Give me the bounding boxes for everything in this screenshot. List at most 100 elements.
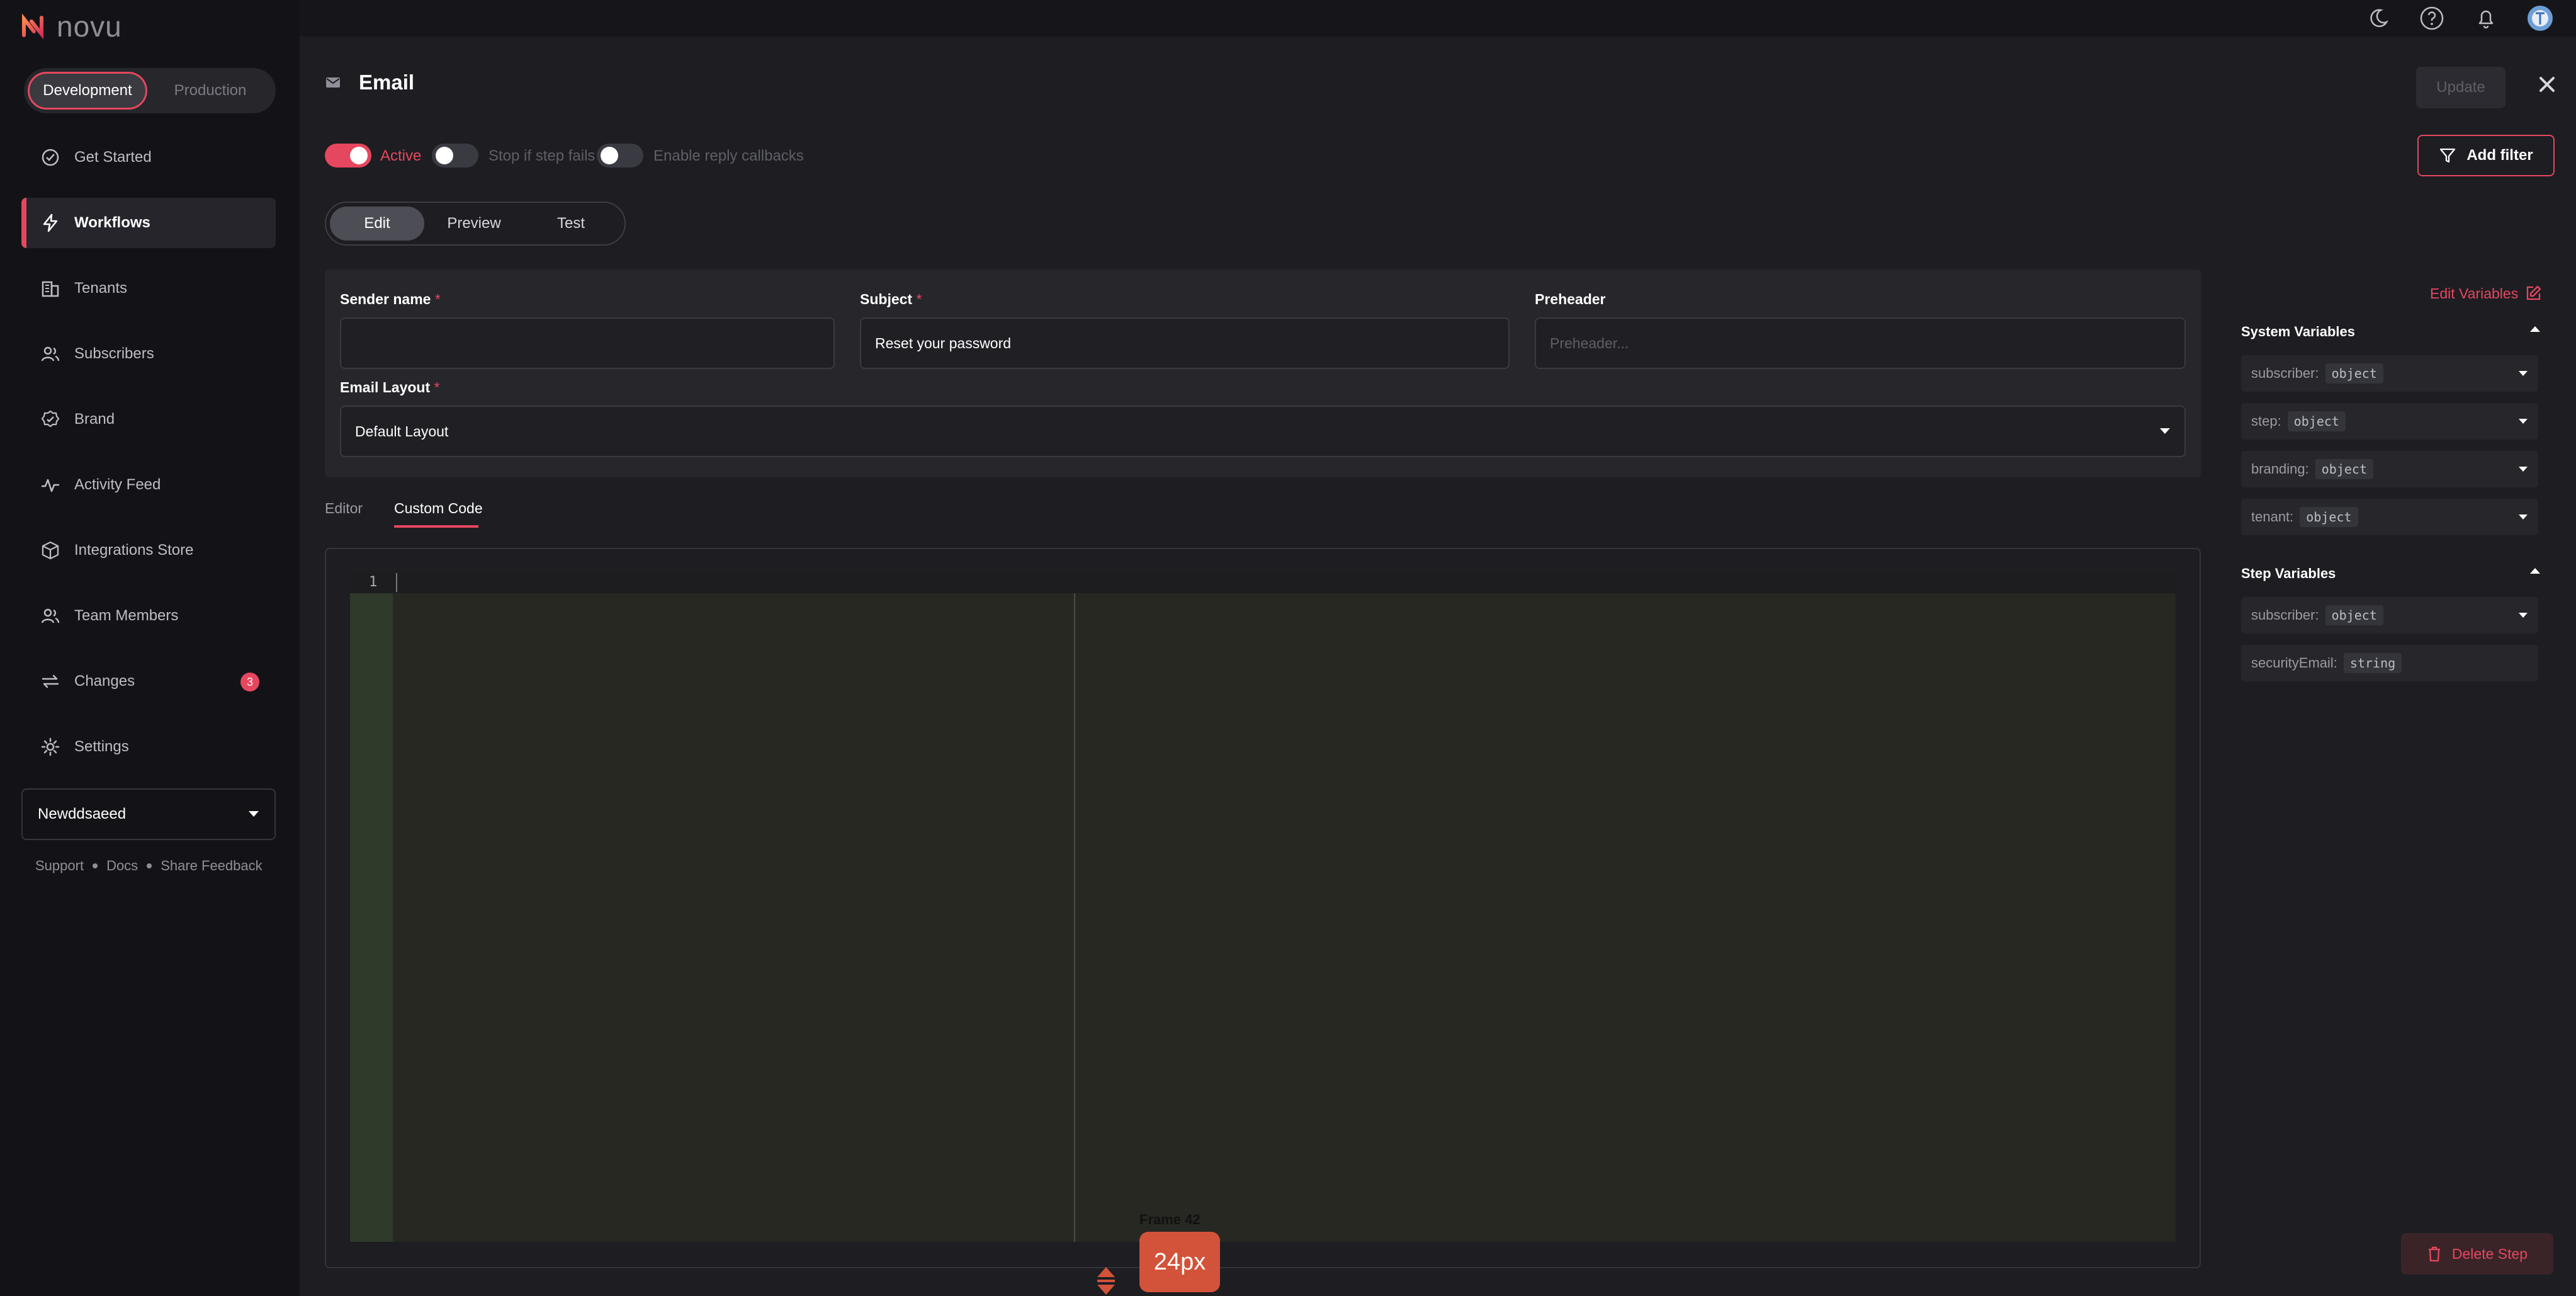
sidebar bbox=[0, 0, 300, 1296]
caret-down-icon bbox=[2518, 418, 2528, 424]
avatar[interactable] bbox=[2526, 4, 2555, 33]
sidebar-item-changes[interactable]: Changes 3 bbox=[21, 656, 276, 707]
variable-name: subscriber: bbox=[2251, 607, 2319, 623]
system-variable-subscriber[interactable]: subscriber: object bbox=[2241, 355, 2538, 392]
resize-size-indicator: 24px bbox=[1139, 1232, 1220, 1292]
edit-variables-label: Edit Variables bbox=[2430, 285, 2519, 302]
resize-handle-icon[interactable] bbox=[1095, 1266, 1117, 1296]
sidebar-item-workflows[interactable]: Workflows bbox=[21, 198, 276, 248]
logo-text: novu bbox=[57, 10, 122, 43]
system-variable-branding[interactable]: branding: object bbox=[2241, 451, 2538, 487]
sidebar-item-label: Workflows bbox=[74, 214, 150, 231]
print-margin-ruler bbox=[1074, 593, 1075, 1242]
frame-label: Frame 42 bbox=[1139, 1212, 1200, 1227]
caret-up-icon[interactable] bbox=[2529, 567, 2541, 574]
caret-down-icon bbox=[2518, 612, 2528, 618]
stop-if-step-fails-toggle[interactable] bbox=[432, 144, 478, 168]
edit-variables-link[interactable]: Edit Variables bbox=[2430, 285, 2542, 302]
tab-custom-code[interactable]: Custom Code bbox=[394, 500, 483, 517]
close-icon[interactable] bbox=[2534, 72, 2560, 97]
sidebar-item-tenants[interactable]: Tenants bbox=[21, 263, 276, 314]
text-cursor bbox=[396, 573, 397, 592]
sidebar-item-integrations-store[interactable]: Integrations Store bbox=[21, 525, 276, 576]
tab-editor[interactable]: Editor bbox=[325, 500, 363, 517]
sidebar-item-subscribers[interactable]: Subscribers bbox=[21, 329, 276, 379]
code-editor[interactable] bbox=[393, 593, 2176, 1242]
caret-down-icon bbox=[2518, 514, 2528, 520]
toggle-knob bbox=[350, 147, 368, 164]
update-button[interactable]: Update bbox=[2416, 67, 2505, 108]
step-title: Email bbox=[359, 71, 415, 94]
variable-type: object bbox=[2287, 411, 2346, 431]
label-text: Email Layout bbox=[340, 379, 431, 395]
active-indicator bbox=[21, 198, 26, 248]
active-toggle[interactable] bbox=[325, 144, 371, 168]
delete-step-label: Delete Step bbox=[2451, 1245, 2528, 1262]
variable-name: branding: bbox=[2251, 461, 2309, 477]
badge-check-icon bbox=[40, 409, 60, 429]
step-variables-title: Step Variables bbox=[2241, 566, 2336, 581]
caret-up-icon[interactable] bbox=[2529, 325, 2541, 333]
edit-icon bbox=[2524, 285, 2542, 302]
sidebar-footer-links: Support Docs Share Feedback bbox=[35, 858, 263, 874]
variable-name: subscriber: bbox=[2251, 365, 2319, 381]
caret-down-icon bbox=[2159, 428, 2171, 435]
reply-callbacks-toggle[interactable] bbox=[597, 144, 643, 168]
system-variable-step[interactable]: step: object bbox=[2241, 403, 2538, 440]
delete-step-button[interactable]: Delete Step bbox=[2401, 1233, 2553, 1275]
share-feedback-link[interactable]: Share Feedback bbox=[161, 858, 262, 874]
filter-icon bbox=[2439, 147, 2456, 164]
add-filter-button[interactable]: Add filter bbox=[2417, 135, 2555, 176]
docs-link[interactable]: Docs bbox=[106, 858, 138, 874]
tab-preview[interactable]: Preview bbox=[427, 207, 521, 241]
stop-if-step-fails-label: Stop if step fails bbox=[489, 147, 596, 164]
bolt-icon bbox=[40, 213, 60, 233]
variable-type: string bbox=[2343, 653, 2402, 673]
active-toggle-label: Active bbox=[380, 147, 422, 164]
moon-icon[interactable] bbox=[2363, 4, 2392, 33]
top-bar bbox=[300, 0, 2576, 37]
activity-icon bbox=[40, 475, 60, 495]
tab-test[interactable]: Test bbox=[524, 207, 618, 241]
toggle-knob bbox=[436, 147, 453, 164]
organization-name: Newddsaeed bbox=[38, 805, 127, 822]
bell-icon[interactable] bbox=[2471, 4, 2500, 33]
building-icon bbox=[40, 278, 60, 298]
variable-type: object bbox=[2325, 363, 2383, 384]
label-text: Sender name bbox=[340, 291, 431, 307]
sidebar-item-activity-feed[interactable]: Activity Feed bbox=[21, 460, 276, 510]
sender-name-input[interactable] bbox=[340, 317, 835, 369]
step-variable-security-email[interactable]: securityEmail: string bbox=[2241, 645, 2538, 681]
required-mark: * bbox=[434, 379, 440, 395]
sidebar-item-label: Integrations Store bbox=[74, 542, 194, 559]
environment-development-button[interactable]: Development bbox=[28, 72, 147, 110]
sidebar-item-label: Changes bbox=[74, 673, 135, 690]
environment-production-button[interactable]: Production bbox=[149, 72, 272, 110]
sidebar-item-label: Tenants bbox=[74, 280, 128, 297]
sidebar-item-brand[interactable]: Brand bbox=[21, 394, 276, 445]
variable-name: securityEmail: bbox=[2251, 655, 2337, 671]
code-active-line[interactable] bbox=[350, 573, 2176, 593]
sidebar-item-settings[interactable]: Settings bbox=[21, 722, 276, 772]
novu-logo[interactable]: novu bbox=[19, 9, 170, 44]
help-icon[interactable] bbox=[2417, 4, 2446, 33]
variable-name: tenant: bbox=[2251, 509, 2294, 525]
step-header: Email bbox=[326, 71, 414, 94]
subject-input[interactable]: Reset your password bbox=[860, 317, 1510, 369]
sidebar-item-team-members[interactable]: Team Members bbox=[21, 591, 276, 641]
tab-edit[interactable]: Edit bbox=[330, 207, 424, 241]
organization-select[interactable]: Newddsaeed bbox=[21, 788, 276, 840]
line-number: 1 bbox=[369, 574, 378, 590]
sidebar-item-get-started[interactable]: Get Started bbox=[21, 132, 276, 183]
email-layout-select[interactable]: Default Layout bbox=[340, 406, 2186, 457]
step-variable-subscriber[interactable]: subscriber: object bbox=[2241, 597, 2538, 634]
system-variable-tenant[interactable]: tenant: object bbox=[2241, 499, 2538, 535]
preheader-input[interactable]: Preheader... bbox=[1535, 317, 2186, 369]
check-circle-icon bbox=[40, 147, 60, 168]
novu-logo-icon bbox=[19, 13, 47, 40]
trash-icon bbox=[2427, 1246, 2442, 1262]
variable-type: object bbox=[2315, 459, 2373, 479]
variable-type: object bbox=[2325, 605, 2383, 625]
sidebar-item-label: Team Members bbox=[74, 607, 179, 624]
support-link[interactable]: Support bbox=[35, 858, 84, 874]
